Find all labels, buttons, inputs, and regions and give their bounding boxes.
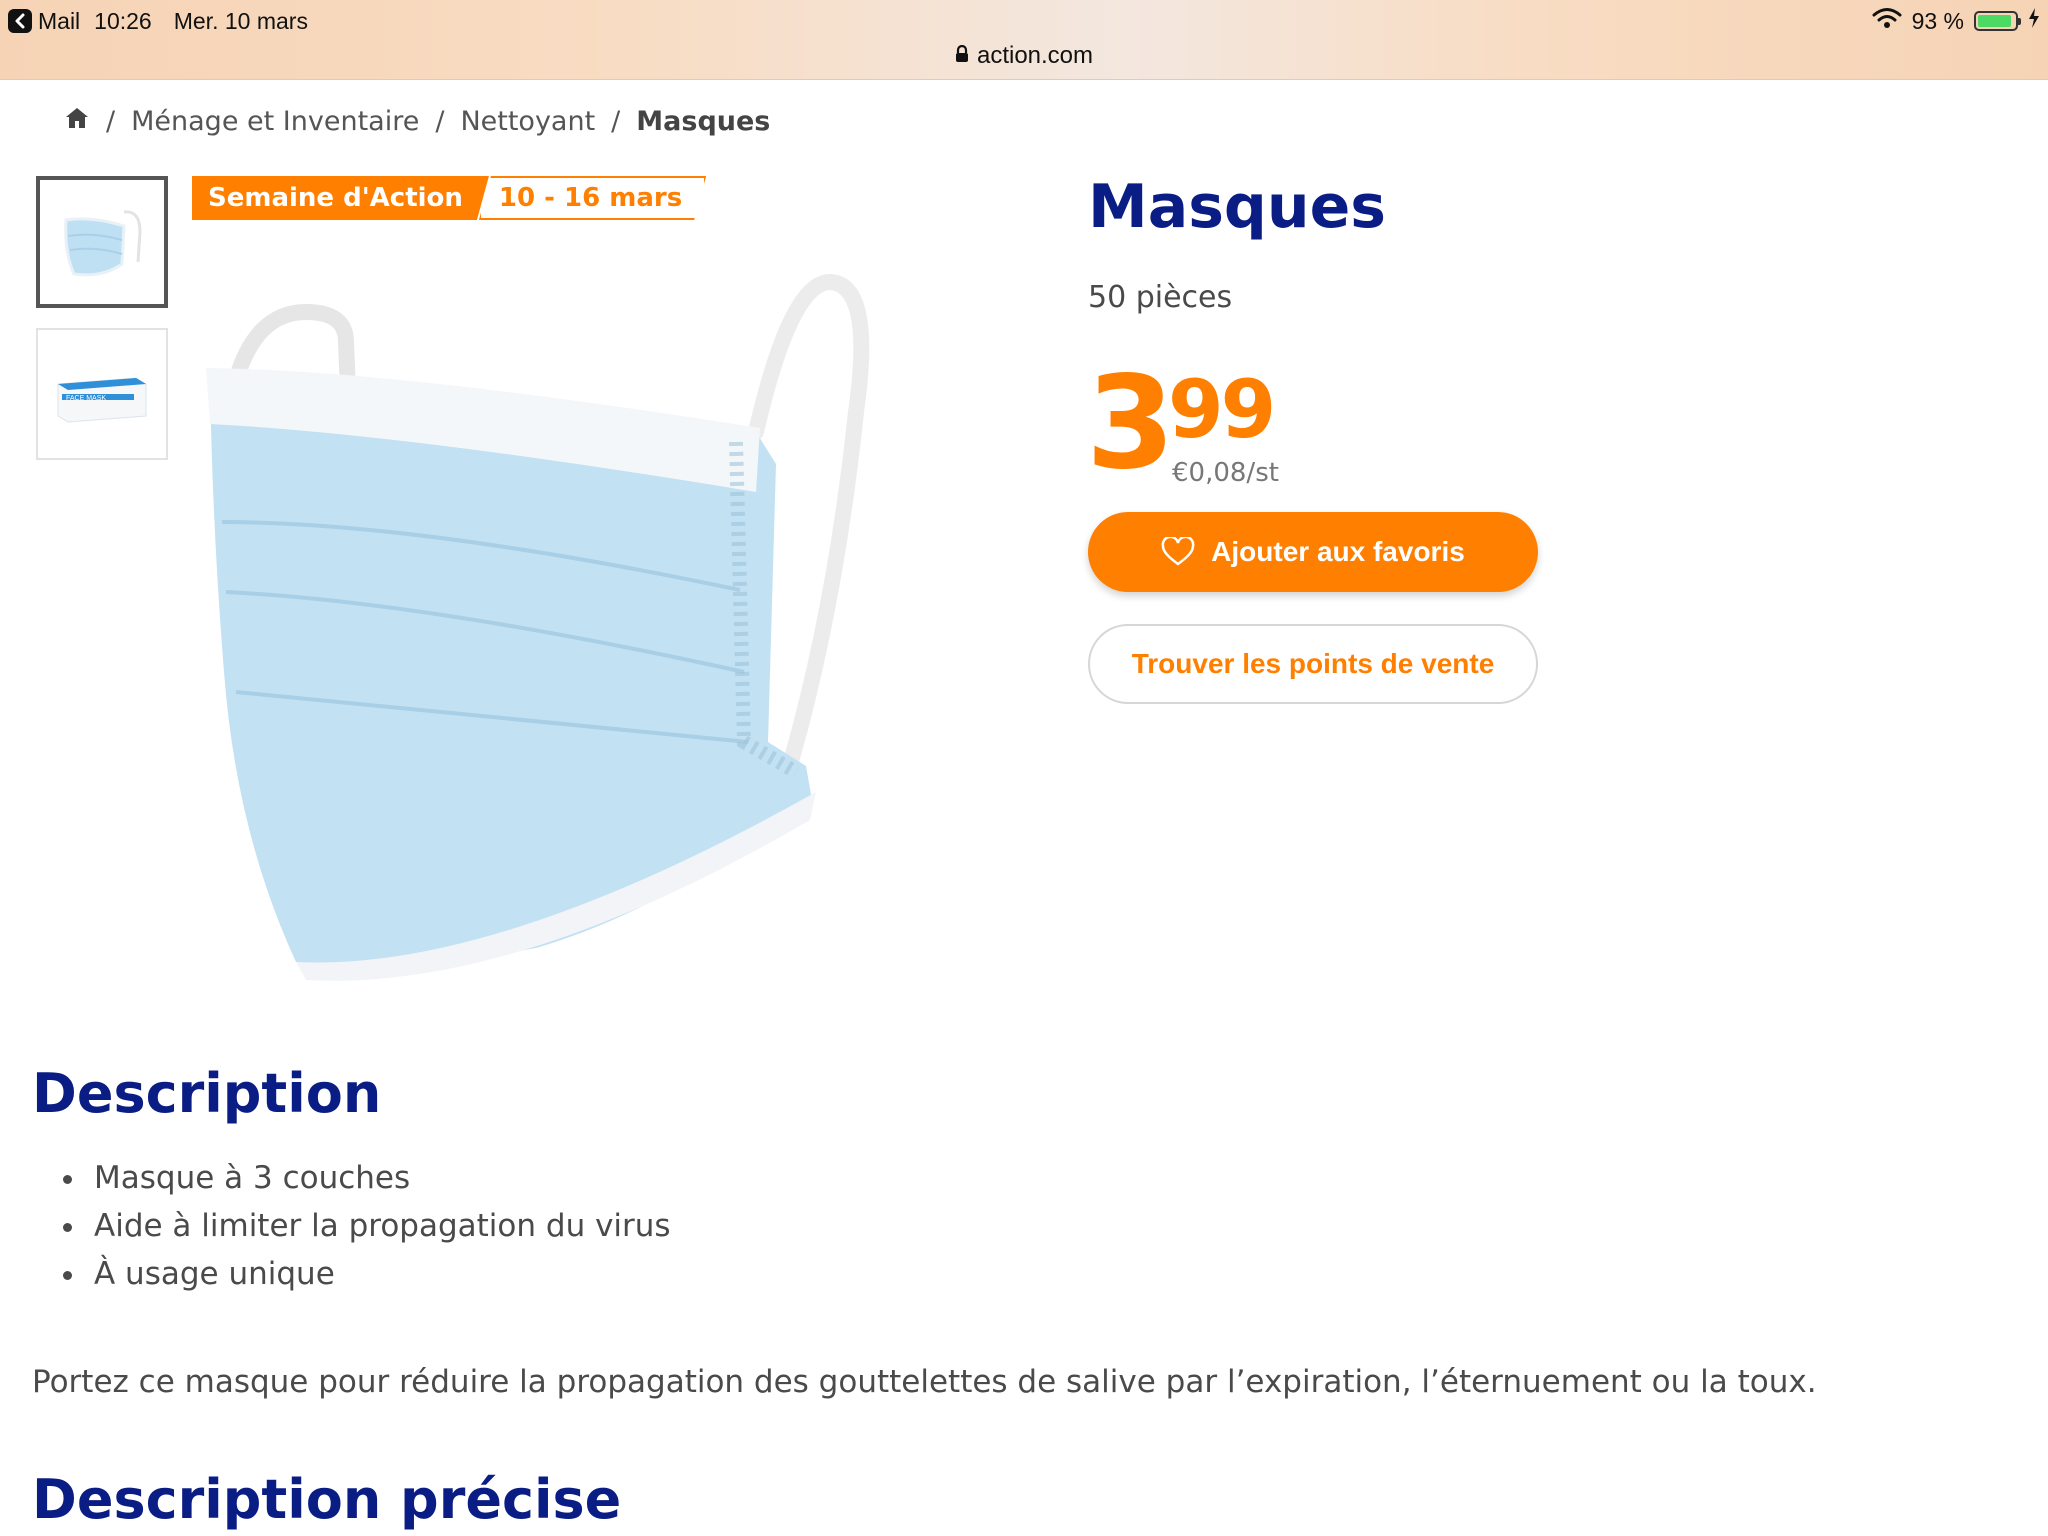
description-bullet: À usage unique — [88, 1250, 671, 1298]
product-title: Masques — [1088, 172, 1386, 242]
heart-icon — [1161, 537, 1195, 566]
status-right: 93 % — [1872, 6, 2040, 36]
box-label: FACE MASK — [66, 395, 106, 402]
breadcrumb-separator: / — [106, 106, 116, 137]
url-text[interactable]: action.com — [977, 42, 1093, 70]
description-bullet: Aide à limiter la propagation du virus — [88, 1202, 671, 1250]
browser-top-bar: Mail 10:26 Mer. 10 mars 93 % action.com — [0, 0, 2048, 80]
home-icon[interactable] — [64, 106, 90, 137]
mask-thumbnail-image — [64, 210, 142, 277]
promo-dates: 10 - 16 mars — [479, 176, 706, 220]
wifi-icon — [1872, 7, 1902, 35]
thumbnail-box[interactable]: FACE MASK — [36, 328, 168, 460]
promo-label: Semaine d'Action — [192, 176, 489, 220]
address-bar[interactable]: action.com — [0, 38, 2048, 74]
add-to-favorites-label: Ajouter aux favoris — [1211, 536, 1465, 567]
status-time: 10:26 — [94, 7, 152, 34]
status-date: Mer. 10 mars — [173, 7, 308, 34]
unit-price: €0,08/st — [1172, 458, 1279, 488]
description-bullet: Masque à 3 couches — [88, 1154, 671, 1202]
box-thumbnail-image: FACE MASK — [57, 377, 147, 423]
breadcrumb-separator: / — [611, 106, 621, 137]
status-left: Mail 10:26 Mer. 10 mars — [8, 6, 308, 36]
product-subtitle: 50 pièces — [1088, 280, 1233, 315]
precise-description-title: Description précise — [32, 1468, 622, 1531]
price-decimal: 99 — [1168, 363, 1276, 456]
price-integer: 3 — [1086, 349, 1175, 498]
battery-icon — [1974, 11, 2021, 31]
breadcrumb: / Ménage et Inventaire / Nettoyant / Mas… — [64, 106, 770, 137]
breadcrumb-separator: / — [435, 106, 445, 137]
thumbnail-mask[interactable] — [36, 176, 168, 308]
battery-percent: 93 % — [1911, 7, 1964, 34]
lock-icon — [955, 42, 969, 70]
breadcrumb-item-nettoyant[interactable]: Nettoyant — [460, 106, 595, 137]
description-list: Masque à 3 couches Aide à limiter la pro… — [48, 1154, 671, 1298]
breadcrumb-item-menage[interactable]: Ménage et Inventaire — [131, 106, 419, 137]
product-image[interactable] — [196, 272, 896, 992]
add-to-favorites-button[interactable]: Ajouter aux favoris — [1088, 512, 1538, 592]
find-stores-label: Trouver les points de vente — [1131, 648, 1495, 679]
battery-level — [1978, 15, 2012, 27]
back-to-app-icon[interactable] — [8, 9, 32, 33]
find-stores-button[interactable]: Trouver les points de vente — [1088, 624, 1538, 704]
promo-badge: Semaine d'Action 10 - 16 mars — [192, 176, 706, 220]
description-paragraph: Portez ce masque pour réduire la propaga… — [32, 1364, 1817, 1400]
breadcrumb-current: Masques — [636, 106, 771, 137]
back-app-label[interactable]: Mail — [38, 8, 80, 35]
description-title: Description — [32, 1062, 382, 1125]
charging-icon — [2028, 7, 2040, 35]
